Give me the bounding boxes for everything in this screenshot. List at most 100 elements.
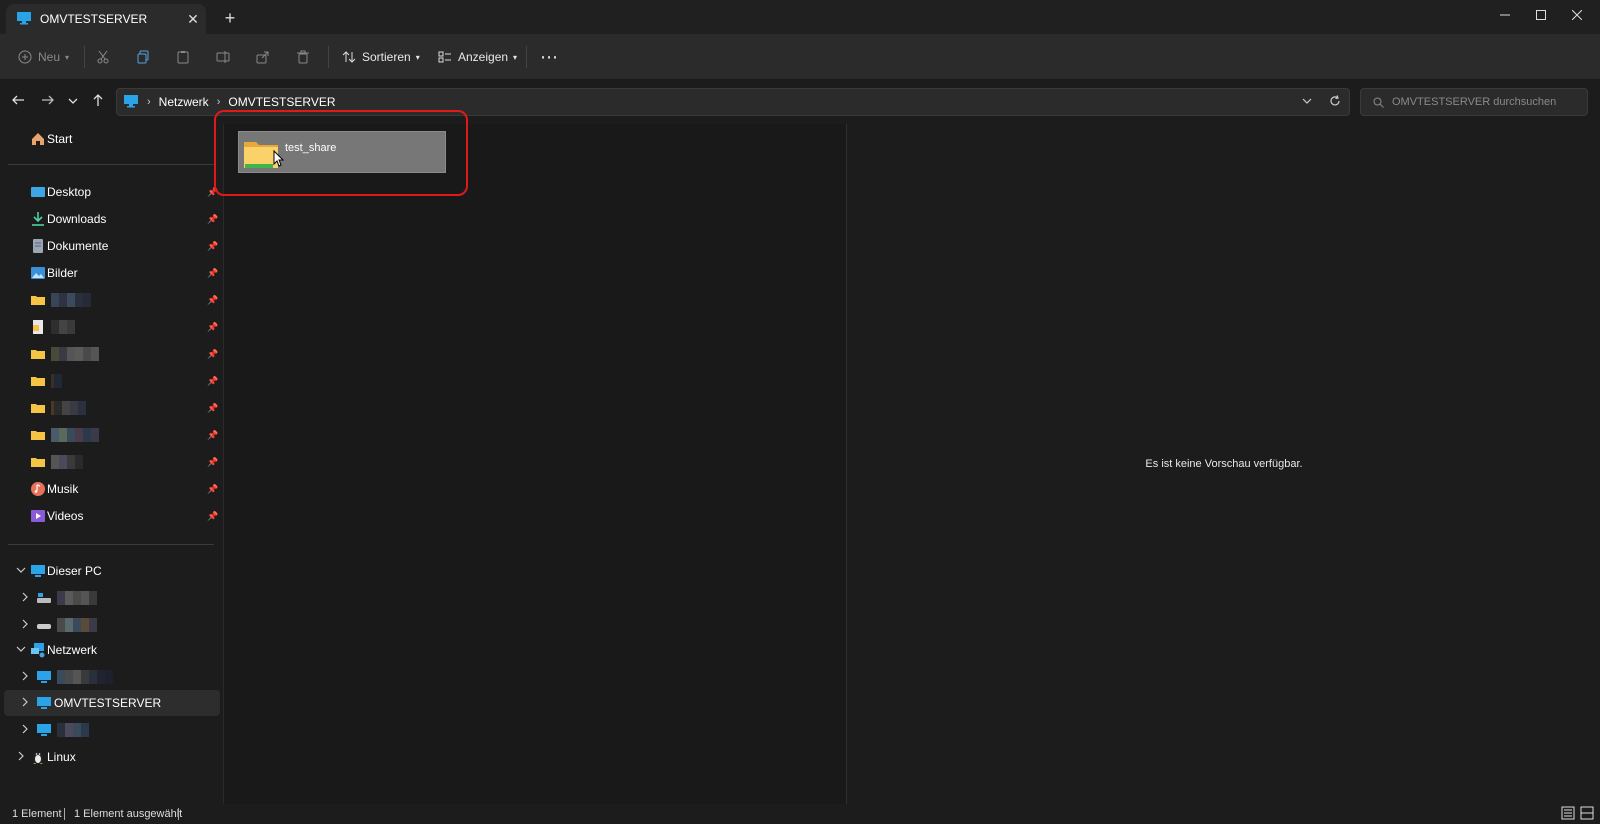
pin-icon[interactable]: 📌 (207, 349, 218, 360)
sidebar-item-musik[interactable]: Musik 📌 (4, 476, 220, 502)
linux-penguin-icon (33, 752, 43, 764)
pin-icon[interactable]: 📌 (207, 295, 218, 306)
tiles-view-button[interactable] (1580, 806, 1596, 822)
tab-omvtestserver[interactable]: OMVTESTSERVER ✕ (6, 4, 206, 34)
cut-button[interactable] (96, 42, 110, 72)
status-divider (178, 808, 179, 820)
pin-icon[interactable]: 📌 (207, 376, 218, 387)
toolbar-divider (328, 46, 329, 68)
sidebar-item-redacted-file[interactable]: 📌 (4, 314, 220, 340)
sidebar-item-redacted-folder[interactable]: 📌 (4, 422, 220, 448)
address-bar[interactable]: › Netzwerk › OMVTESTSERVER (116, 88, 1350, 116)
up-button[interactable] (88, 92, 108, 112)
pin-icon[interactable]: 📌 (207, 187, 218, 198)
pin-icon[interactable]: 📌 (207, 484, 218, 495)
search-box[interactable] (1360, 88, 1588, 116)
address-history-chevron-icon[interactable] (1293, 96, 1321, 109)
chevron-right-icon[interactable] (16, 751, 26, 763)
chevron-down-icon[interactable] (16, 565, 26, 577)
pin-icon[interactable]: 📌 (207, 511, 218, 522)
file-list-pane[interactable]: test_share (223, 124, 846, 804)
paste-button[interactable] (176, 42, 190, 72)
close-icon (1572, 10, 1582, 20)
share-button[interactable] (256, 42, 270, 72)
close-window-button[interactable] (1554, 0, 1600, 30)
sidebar-item-redacted-folder[interactable]: 📌 (4, 368, 220, 394)
chevron-down-icon: ▾ (65, 52, 70, 62)
breadcrumb-separator-icon[interactable]: › (147, 96, 151, 108)
chevron-right-icon[interactable] (20, 671, 30, 683)
recent-locations-button[interactable] (63, 92, 83, 112)
computer-icon (37, 671, 51, 683)
breadcrumb-omvtestserver[interactable]: OMVTESTSERVER (228, 95, 335, 109)
view-button[interactable]: Anzeigen ▾ (438, 42, 517, 72)
redacted-label (51, 455, 83, 469)
monitor-icon (123, 94, 139, 111)
pin-icon[interactable]: 📌 (207, 457, 218, 468)
tab-close-button[interactable]: ✕ (180, 11, 206, 28)
new-button[interactable]: Neu ▾ (18, 42, 69, 72)
folder-tile-test-share[interactable]: test_share (238, 131, 446, 173)
sidebar-item-redacted-folder[interactable]: 📌 (4, 449, 220, 475)
sidebar-item-redacted-folder[interactable]: 📌 (4, 395, 220, 421)
sidebar-item-dieser-pc[interactable]: Dieser PC (4, 558, 220, 584)
folder-icon (31, 350, 45, 359)
sidebar-item-redacted-computer[interactable] (4, 717, 220, 743)
sidebar-item-linux[interactable]: Linux (4, 744, 220, 770)
chevron-down-icon: ▾ (513, 52, 518, 62)
home-icon (32, 133, 44, 145)
computer-icon (37, 697, 51, 709)
redacted-label (51, 428, 99, 442)
chevron-right-icon[interactable] (20, 724, 30, 736)
file-icon (33, 320, 43, 334)
sidebar-item-redacted-folder[interactable]: 📌 (4, 287, 220, 313)
search-input[interactable] (1392, 96, 1572, 108)
breadcrumb-separator-icon[interactable]: › (217, 96, 221, 108)
pin-icon[interactable]: 📌 (207, 403, 218, 414)
chevron-right-icon[interactable] (20, 592, 30, 604)
pin-icon[interactable]: 📌 (207, 214, 218, 225)
forward-button[interactable] (38, 92, 58, 112)
copy-button[interactable] (136, 42, 150, 72)
view-list-icon (438, 51, 451, 63)
sidebar-item-redacted-folder[interactable]: 📌 (4, 341, 220, 367)
pin-icon[interactable]: 📌 (207, 322, 218, 333)
pin-icon[interactable]: 📌 (207, 268, 218, 279)
sidebar-item-redacted-computer[interactable] (4, 664, 220, 690)
sidebar-item-label: OMVTESTSERVER (54, 696, 162, 710)
breadcrumb-netzwerk[interactable]: Netzwerk (159, 95, 209, 109)
chevron-down-icon[interactable] (16, 644, 26, 656)
sidebar-item-netzwerk[interactable]: Netzwerk (4, 637, 220, 663)
sidebar-item-start[interactable]: Start (4, 126, 220, 152)
chevron-right-icon[interactable] (20, 619, 30, 631)
toolbar-divider (526, 46, 527, 68)
sidebar-item-desktop[interactable]: Desktop 📌 (4, 179, 220, 205)
sidebar-item-omvtestserver[interactable]: OMVTESTSERVER (4, 690, 220, 716)
pin-icon[interactable]: 📌 (207, 430, 218, 441)
new-tab-button[interactable]: + (220, 8, 240, 28)
sidebar-item-label: Desktop (47, 185, 92, 199)
sidebar-item-dokumente[interactable]: Dokumente 📌 (4, 233, 220, 259)
sidebar-item-label: Netzwerk (47, 643, 98, 657)
sort-button[interactable]: Sortieren ▾ (342, 42, 420, 72)
redacted-label (51, 374, 62, 388)
more-options-button[interactable]: ⋯ (540, 42, 558, 72)
details-view-button[interactable] (1561, 806, 1577, 822)
pin-icon[interactable]: 📌 (207, 241, 218, 252)
desktop-icon (31, 187, 45, 197)
selection-count: 1 Element ausgewählt (74, 808, 183, 820)
chevron-right-icon[interactable] (20, 697, 30, 709)
sidebar-item-redacted-drive[interactable] (4, 585, 220, 611)
delete-button[interactable] (296, 42, 310, 72)
sidebar-item-videos[interactable]: Videos 📌 (4, 503, 220, 529)
arrow-left-icon (12, 95, 24, 105)
sidebar-item-bilder[interactable]: Bilder 📌 (4, 260, 220, 286)
sidebar-item-redacted-drive[interactable] (4, 612, 220, 638)
back-button[interactable] (8, 92, 28, 112)
refresh-icon[interactable] (1321, 94, 1349, 110)
rename-button[interactable] (216, 42, 230, 72)
sidebar-item-label: Musik (47, 482, 79, 496)
sidebar-item-downloads[interactable]: Downloads 📌 (4, 206, 220, 232)
rename-icon (216, 51, 230, 63)
copy-icon (137, 50, 149, 64)
